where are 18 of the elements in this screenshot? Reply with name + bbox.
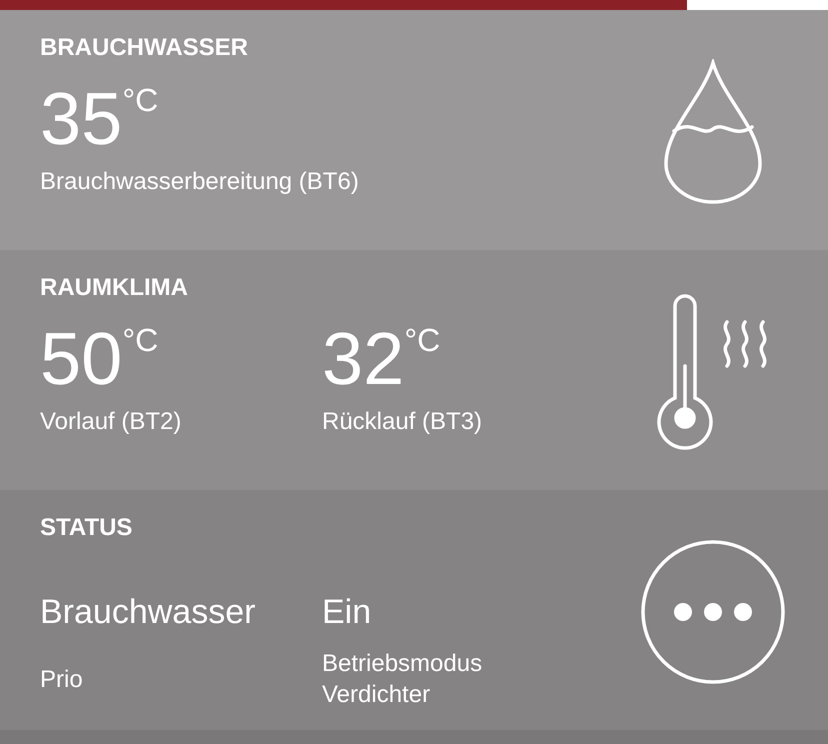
temperature-value: 35 (40, 76, 122, 162)
status-value: Ein (322, 592, 372, 633)
status-label: Betriebsmodus Verdichter (322, 649, 484, 710)
water-drop-icon (662, 59, 764, 205)
sensor-label: Brauchwasserbereitung (BT6) (40, 167, 359, 197)
section-title: RAUMKLIMA (40, 274, 189, 302)
sensor-label: Vorlauf (BT2) (40, 407, 182, 437)
sensor-label: Rücklauf (BT3) (322, 407, 482, 437)
unit-label: °C (122, 81, 158, 120)
temperature-value: 32 (322, 316, 404, 402)
status-value: Brauchwasser (40, 592, 256, 633)
section-title: BRAUCHWASSER (40, 34, 250, 62)
unit-label: °C (404, 321, 440, 360)
section-title: STATUS (40, 514, 134, 542)
status-label: Prio (40, 664, 83, 694)
temperature-value: 50 (40, 316, 122, 402)
unit-label: °C (122, 321, 158, 360)
more-icon[interactable] (640, 539, 786, 685)
